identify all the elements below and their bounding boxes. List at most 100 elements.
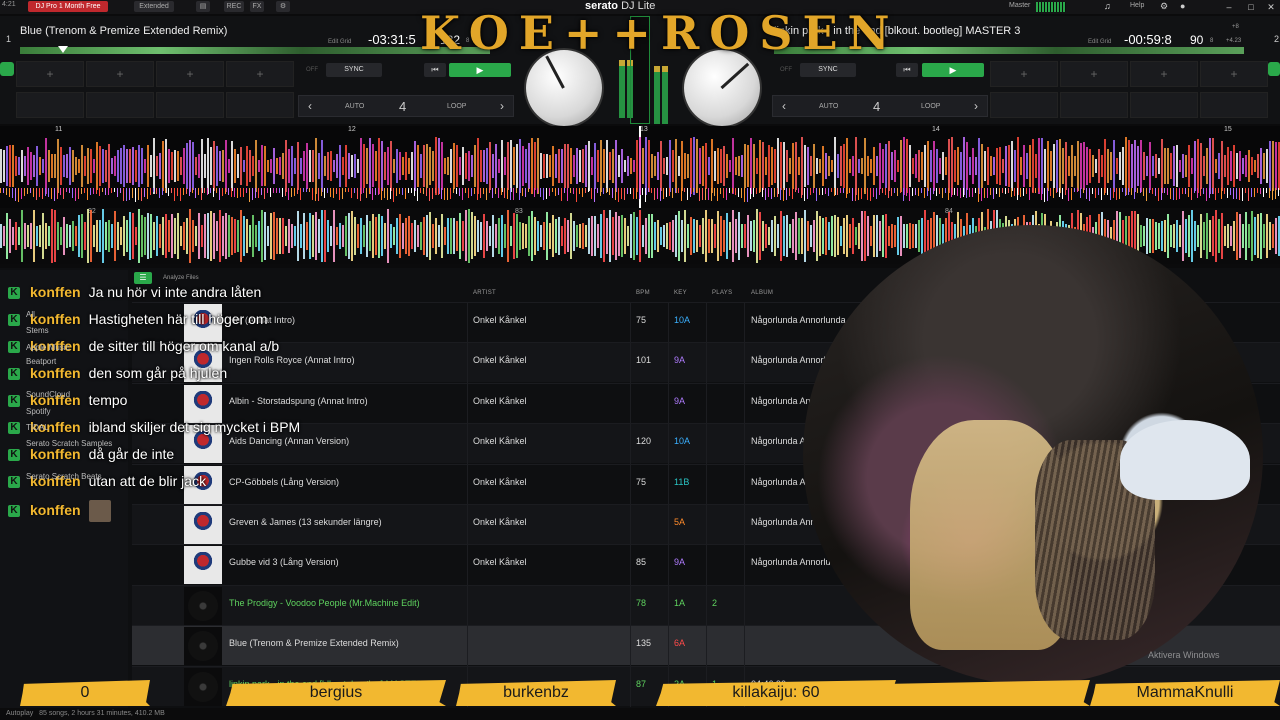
waveform-tick [903,188,904,202]
waveform-mark [273,147,275,185]
track-bpm: 101 [636,355,652,366]
library-icon[interactable]: ▤ [196,1,210,12]
deck-2-loop-label[interactable]: LOOP [921,103,940,110]
autoplay-toggle[interactable]: Autoplay [6,710,33,717]
deck-1-cue-pad-6[interactable] [86,92,154,118]
waveform-tick [420,188,421,193]
deck-2-cue-pad-8[interactable] [1200,92,1268,118]
waveform2-mark [1164,219,1166,253]
waveform-mark [342,156,344,176]
column-album[interactable]: ALBUM [751,290,773,296]
user-icon[interactable]: ● [1180,1,1185,11]
column-key[interactable]: KEY [674,290,687,296]
sidebar-item[interactable]: Apple Music [26,343,70,352]
sidebar-item[interactable]: All [26,310,35,319]
deck-1-loop-auto[interactable]: AUTO [345,103,364,110]
deck-1-side-toggle[interactable] [0,62,14,76]
deck-2-edit-grid[interactable]: Edit Grid [1088,39,1111,45]
deck-1-cue-pad-4[interactable]: + [226,61,294,87]
deck-1-cue-pad-7[interactable] [156,92,224,118]
waveform2-mark [1200,214,1202,258]
sidebar-item[interactable]: Serato Scratch Samples [26,439,112,448]
waveform-mark [105,149,107,183]
waveform-tick [1020,188,1021,197]
maximize-icon[interactable]: □ [1244,0,1258,14]
deck-2-platter[interactable] [684,50,760,126]
deck-2-loop-prev-icon[interactable]: ‹ [773,96,795,118]
deck-2-off-button[interactable]: OFF [774,63,798,77]
deck-1-cue-pad-5[interactable] [16,92,84,118]
waveform-tick [195,188,196,198]
waveform2-mark [225,213,227,259]
deck-1-cue-pad-3[interactable]: + [156,61,224,87]
deck-1-off-button[interactable]: OFF [300,63,324,77]
waveform2-mark [1236,211,1238,261]
fx-button[interactable]: FX [250,1,264,12]
deck-1-cue-button[interactable]: ⏮ [424,63,446,77]
rec-button[interactable]: REC [224,1,244,12]
waveform-tick [729,188,730,194]
deck-2-loop-auto[interactable]: AUTO [819,103,838,110]
waveform-mark [1071,144,1073,188]
waveform-tick [540,188,541,198]
waveform-tick [681,188,682,202]
waveform-tick [1152,188,1153,195]
sidebar-item[interactable]: Serato Scratch Beats [26,472,102,481]
sidebar-item[interactable]: Stems [26,326,49,335]
waveform2-mark [165,213,167,259]
deck-1-play-button[interactable]: ▶ [449,63,511,77]
sidebar-item[interactable]: Spotify [26,407,50,416]
deck-2-cue-pad-2[interactable]: + [1060,61,1128,87]
help-menu[interactable]: Help [1130,2,1144,9]
sidebar-item[interactable]: SoundCloud [26,390,70,399]
column-artist[interactable]: ARTIST [473,290,496,296]
minimize-icon[interactable]: – [1222,0,1236,14]
deck-1-cue-pad-1[interactable]: + [16,61,84,87]
list-view-icon[interactable]: ☰ [134,272,152,284]
deck-2-side-toggle[interactable] [1268,62,1280,76]
deck-1-sync-button[interactable]: SYNC [326,63,382,77]
deck-1-edit-grid[interactable]: Edit Grid [328,39,351,45]
sidebar-item[interactable]: TIDAL [26,423,49,432]
deck-2-cue-pad-7[interactable] [1130,92,1198,118]
deck-1-loop-prev-icon[interactable]: ‹ [299,96,321,118]
gear-icon[interactable]: ⚙ [1160,1,1168,12]
promo-button[interactable]: DJ Pro 1 Month Free [28,1,108,12]
waveform2-mark [432,223,434,249]
waveform-mark [276,158,278,174]
layout-select[interactable]: Extended [134,1,174,12]
deck-2-play-button[interactable]: ▶ [922,63,984,77]
waveform-mark [636,139,638,193]
waveform2-mark [903,224,905,248]
deck-1-cue-pad-8[interactable] [226,92,294,118]
headphones-icon[interactable]: ♫ [1104,1,1111,11]
waveform-tick [72,188,73,198]
deck-2-cue-button[interactable]: ⏮ [896,63,918,77]
column-plays[interactable]: PLAYS [712,290,732,296]
settings-icon[interactable]: ⚙ [276,1,290,12]
deck-2-cue-pad-3[interactable]: + [1130,61,1198,87]
deck-2-time-remaining: -00:59:8 [1124,32,1172,47]
waveform-mark [84,156,86,176]
deck-2-cue-pad-6[interactable] [1060,92,1128,118]
waveform-mark [714,150,716,182]
deck-2-cue-pad-5[interactable] [990,92,1058,118]
waveform-tick [240,188,241,197]
main-waveform[interactable]: 11 12 13 14 15 [0,126,1280,208]
column-bpm[interactable]: BPM [636,290,650,296]
deck-2-cue-pad-4[interactable]: + [1200,61,1268,87]
waveform2-mark [84,222,86,250]
sidebar-item[interactable]: Beatport [26,357,56,366]
waveform2-mark [1185,218,1187,254]
analyze-files-button[interactable]: Analyze Files [163,275,199,281]
deck-1-platter[interactable] [526,50,602,126]
deck-2-loop-next-icon[interactable]: › [965,96,987,118]
deck-1-cue-pad-2[interactable]: + [86,61,154,87]
deck-2-cue-pad-1[interactable]: + [990,61,1058,87]
waveform2-mark [417,224,419,248]
deck-1-loop-next-icon[interactable]: › [491,96,513,118]
close-icon[interactable]: ✕ [1264,0,1278,14]
deck-1-loop-label[interactable]: LOOP [447,103,466,110]
deck-2-sync-button[interactable]: SYNC [800,63,856,77]
waveform2-mark [420,221,422,251]
